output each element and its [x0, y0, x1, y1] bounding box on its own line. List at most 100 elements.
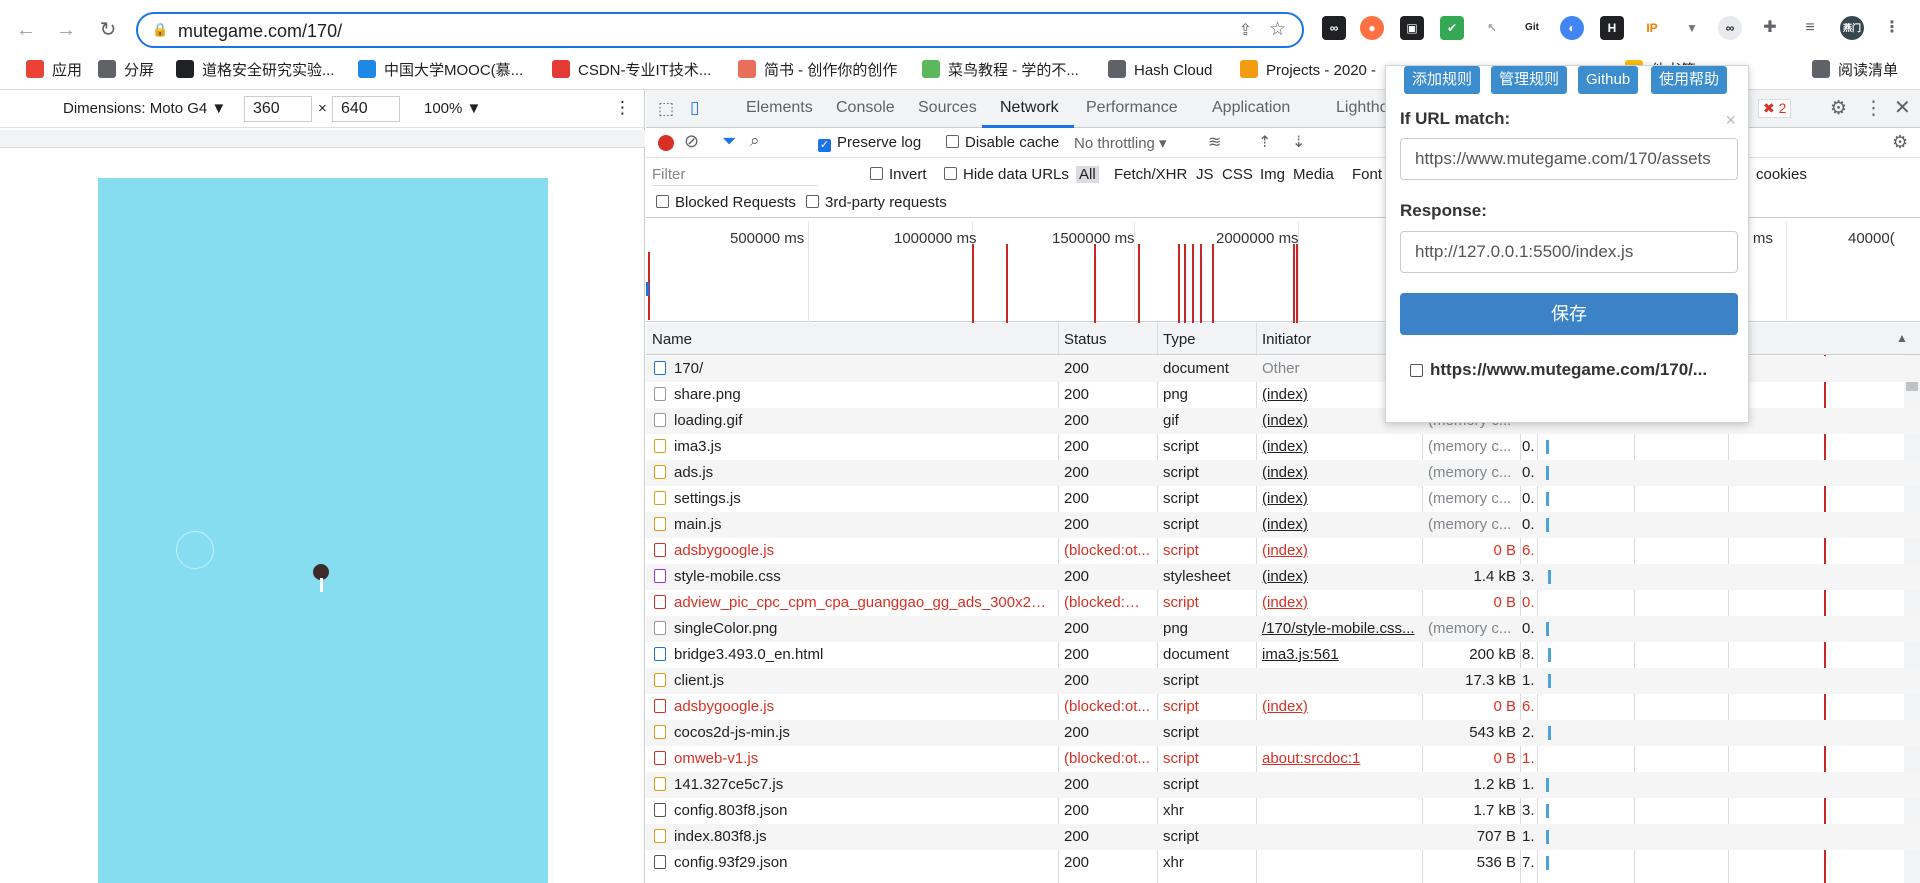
request-initiator[interactable]: ima3.js:561 [1262, 642, 1418, 668]
tab-console[interactable]: Console [836, 99, 895, 117]
request-initiator[interactable]: (index) [1262, 564, 1418, 590]
device-width-input[interactable]: 360 [244, 96, 312, 122]
close-popup-icon[interactable]: × [1725, 110, 1736, 131]
help-button[interactable]: 使用帮助 [1651, 66, 1728, 94]
url-text[interactable]: mutegame.com/170/ [178, 21, 342, 42]
third-party-option[interactable]: 3rd-party requests [806, 194, 947, 211]
back-icon[interactable]: ← [14, 18, 38, 42]
clear-icon[interactable]: ⊘ [684, 131, 699, 152]
bookmark-item[interactable]: 阅读清单 [1812, 60, 1898, 82]
add-rule-button[interactable]: 添加规则 [1404, 66, 1481, 94]
request-initiator[interactable]: (index) [1262, 538, 1418, 564]
third-party-checkbox[interactable] [806, 195, 819, 208]
share-icon[interactable]: ⇪ [1239, 20, 1252, 40]
rule-item-label[interactable]: https://www.mutegame.com/170/... [1430, 360, 1707, 380]
request-name[interactable]: style-mobile.css [654, 564, 1054, 590]
import-har-icon[interactable]: ⇡ [1258, 132, 1271, 152]
bookmark-item[interactable]: CSDN-专业IT技术... [552, 60, 711, 82]
type-filter-img[interactable]: Img [1260, 166, 1285, 183]
bookmark-item[interactable]: 分屏 [98, 60, 154, 82]
request-initiator[interactable]: (index) [1262, 694, 1418, 720]
request-initiator[interactable]: (index) [1262, 460, 1418, 486]
bookmark-item[interactable]: 中国大学MOOC(慕... [358, 60, 523, 82]
hide-data-urls-checkbox[interactable] [944, 167, 957, 180]
table-row[interactable]: client.js 200 script 17.3 kB 1. [646, 668, 1920, 694]
settings-gear-icon[interactable]: ⚙ [1830, 97, 1847, 120]
menu-kebab-icon[interactable]: ⋮ [1880, 16, 1904, 40]
bookmark-item[interactable]: 应用 [26, 60, 82, 82]
table-row[interactable]: style-mobile.css 200 stylesheet (index) 1.4 … [646, 564, 1920, 590]
table-row[interactable]: main.js 200 script (index) (memory c... 0. [646, 512, 1920, 538]
request-name[interactable]: settings.js [654, 486, 1054, 512]
table-row[interactable]: 141.327ce5c7.js 200 script 1.2 kB 1. [646, 772, 1920, 798]
table-row[interactable]: cocos2d-js-min.js 200 script 543 kB 2. [646, 720, 1920, 746]
ext-gitzip-icon[interactable]: Git [1520, 16, 1544, 40]
export-har-icon[interactable]: ⇣ [1292, 132, 1305, 152]
request-name[interactable]: adsbygoogle.js [654, 538, 1054, 564]
manage-rules-button[interactable]: 管理规则 [1491, 66, 1568, 94]
filter-input[interactable]: Filter [652, 164, 818, 186]
sort-up-icon[interactable]: ▲ [1896, 331, 1908, 345]
request-name[interactable]: cocos2d-js-min.js [654, 720, 1054, 746]
blocked-requests-option[interactable]: Blocked Requests [656, 194, 796, 211]
request-initiator[interactable]: /170/style-mobile.css... [1262, 616, 1418, 642]
request-name[interactable]: 141.327ce5c7.js [654, 772, 1054, 798]
table-row[interactable]: settings.js 200 script (index) (memory c... 0… [646, 486, 1920, 512]
type-filter-fetch-xhr[interactable]: Fetch/XHR [1114, 166, 1187, 183]
search-icon[interactable]: ⌕ [750, 131, 760, 151]
ext-redirect-icon[interactable]: ∞ [1718, 16, 1742, 40]
bookmark-item[interactable]: Projects - 2020 - [1240, 60, 1376, 82]
inspect-element-icon[interactable]: ⬚ [658, 99, 674, 119]
invert-option[interactable]: Invert [870, 166, 927, 183]
col-type[interactable]: Type [1163, 331, 1196, 348]
type-filter-font[interactable]: Font [1352, 166, 1382, 183]
error-count-badge[interactable]: ✖ 2 [1758, 99, 1792, 118]
request-name[interactable]: adview_pic_cpc_cpm_cpa_guanggao_gg_ads_3… [654, 590, 1054, 616]
disable-cache-option[interactable]: Disable cache [946, 134, 1059, 151]
disable-cache-checkbox[interactable] [946, 135, 959, 148]
blocked-requests-checkbox[interactable] [656, 195, 669, 208]
request-initiator[interactable]: (index) [1262, 486, 1418, 512]
table-row[interactable]: config.803f8.json 200 xhr 1.7 kB 3. [646, 798, 1920, 824]
bookmark-item[interactable]: 道格安全研究实验... [176, 60, 335, 82]
ext-firefox-icon[interactable]: ● [1360, 16, 1384, 40]
table-row[interactable]: singleColor.png 200 png/170/style-mobile.c… [646, 616, 1920, 642]
device-dimensions-select[interactable]: Dimensions: Moto G4 ▼ [63, 100, 226, 117]
hide-data-urls-option[interactable]: Hide data URLs [944, 166, 1069, 183]
filter-icon[interactable]: ⏷ [722, 131, 736, 152]
request-initiator[interactable]: (index) [1262, 512, 1418, 538]
table-row[interactable]: adview_pic_cpc_cpm_cpa_guanggao_gg_ads_3… [646, 590, 1920, 616]
col-initiator[interactable]: Initiator [1262, 331, 1311, 348]
media-query-ruler[interactable] [0, 130, 645, 148]
bookmark-item[interactable]: 简书 - 创作你的创作 [738, 60, 897, 82]
request-name[interactable]: ads.js [654, 460, 1054, 486]
avatar[interactable]: 燕门 [1840, 16, 1864, 40]
request-name[interactable]: share.png [654, 382, 1054, 408]
tab-elements[interactable]: Elements [746, 99, 813, 117]
request-initiator[interactable]: about:srcdoc:1 [1262, 746, 1418, 772]
save-button[interactable]: 保存 [1400, 293, 1738, 335]
invert-checkbox[interactable] [870, 167, 883, 180]
ext-ip-icon[interactable]: IP [1640, 16, 1664, 40]
close-devtools-icon[interactable]: ✕ [1894, 95, 1911, 120]
address-bar[interactable]: 🔒 mutegame.com/170/ ⇪ ☆ [136, 12, 1304, 48]
device-toggle-icon[interactable]: ▯ [690, 98, 699, 118]
ext-dark-icon[interactable]: ∞ [1322, 16, 1346, 40]
ext-vue-icon[interactable]: ▼ [1680, 16, 1704, 40]
request-name[interactable]: ima3.js [654, 434, 1054, 460]
request-initiator[interactable]: (index) [1262, 590, 1418, 616]
reading-list-icon[interactable]: ≡ [1798, 16, 1822, 40]
table-row[interactable]: adsbygoogle.js (blocked:ot... script (index… [646, 694, 1920, 720]
request-name[interactable]: config.93f29.json [654, 850, 1054, 876]
table-row[interactable]: ads.js 200 script (index) (memory c... 0. [646, 460, 1920, 486]
request-name[interactable]: singleColor.png [654, 616, 1054, 642]
request-name[interactable]: adsbygoogle.js [654, 694, 1054, 720]
ext-cursor-icon[interactable]: ↖ [1480, 16, 1504, 40]
devtools-more-icon[interactable]: ⋮ [1864, 97, 1883, 120]
reload-icon[interactable]: ↻ [96, 18, 120, 42]
tab-performance[interactable]: Performance [1086, 99, 1178, 117]
tab-application[interactable]: Application [1212, 99, 1290, 117]
network-conditions-icon[interactable]: ≋ [1208, 132, 1221, 152]
col-name[interactable]: Name [652, 331, 692, 348]
lock-icon[interactable]: 🔒 [152, 22, 168, 38]
